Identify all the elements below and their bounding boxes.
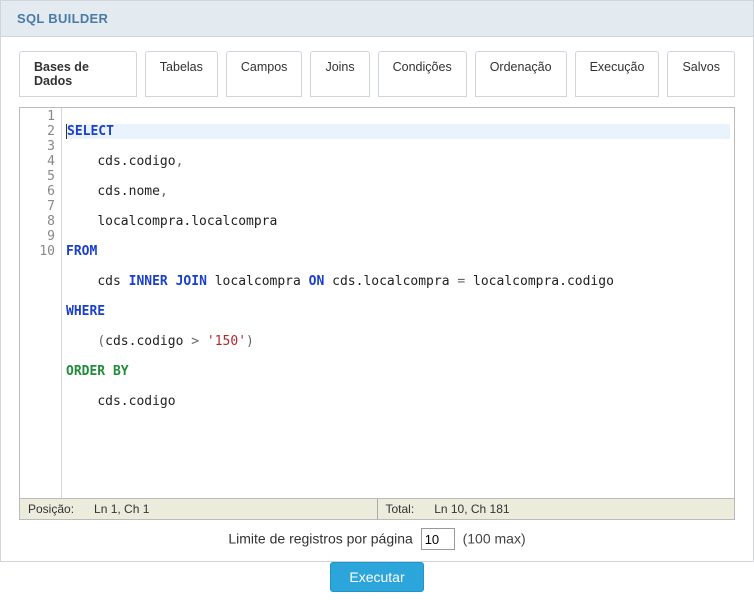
page-title: SQL BUILDER — [17, 11, 737, 26]
tab-label: Ordenação — [490, 60, 552, 74]
indent — [66, 394, 97, 409]
tab-ordenacao[interactable]: Ordenação — [475, 51, 567, 97]
sql-keyword: WHERE — [66, 304, 105, 319]
sql-punct: , — [160, 184, 168, 199]
tab-label: Condições — [393, 60, 452, 74]
tab-salvos[interactable]: Salvos — [667, 51, 735, 97]
sql-punct: > — [191, 334, 199, 349]
sql-keyword: ORDER — [66, 364, 105, 379]
code-line: cds.nome, — [66, 184, 730, 199]
sql-punct: , — [176, 154, 184, 169]
space — [199, 334, 207, 349]
sql-text: localcompra.codigo — [465, 274, 614, 289]
code-line: ORDER BY — [66, 364, 730, 379]
editor-status-bar: Posição: Ln 1, Ch 1 Total: Ln 10, Ch 181 — [20, 498, 734, 519]
indent — [66, 274, 97, 289]
sql-text: cds.localcompra — [324, 274, 457, 289]
code-line: cds.codigo — [66, 394, 730, 409]
status-label: Posição: — [28, 502, 74, 516]
execute-row: Executar — [19, 562, 735, 592]
line-number: 6 — [22, 184, 55, 199]
code-area[interactable]: SELECT cds.codigo, cds.nome, localcompra… — [62, 108, 734, 498]
tab-joins[interactable]: Joins — [310, 51, 369, 97]
line-gutter: 1 2 3 4 5 6 7 8 9 10 — [20, 108, 62, 498]
space — [168, 274, 176, 289]
sql-keyword: JOIN — [176, 274, 207, 289]
tab-bases-de-dados[interactable]: Bases de Dados — [19, 51, 137, 97]
sql-string: '150' — [207, 334, 246, 349]
tab-campos[interactable]: Campos — [226, 51, 303, 97]
sql-text: cds.codigo — [97, 154, 175, 169]
status-value: Ln 10, Ch 181 — [434, 502, 509, 516]
app-root: SQL BUILDER Bases de Dados Tabelas Campo… — [0, 0, 754, 562]
header: SQL BUILDER — [1, 1, 753, 37]
status-total: Total: Ln 10, Ch 181 — [378, 499, 735, 519]
sql-punct: ( — [97, 334, 105, 349]
records-limit-input[interactable] — [421, 528, 455, 550]
code-line: WHERE — [66, 304, 730, 319]
button-label: Executar — [349, 569, 404, 585]
content-area: Bases de Dados Tabelas Campos Joins Cond… — [1, 37, 753, 610]
execute-button[interactable]: Executar — [330, 562, 423, 592]
tab-label: Execução — [590, 60, 645, 74]
sql-editor[interactable]: 1 2 3 4 5 6 7 8 9 10 SELECT cds.codigo, … — [19, 107, 735, 520]
line-number: 4 — [22, 154, 55, 169]
line-number: 5 — [22, 169, 55, 184]
editor-body: 1 2 3 4 5 6 7 8 9 10 SELECT cds.codigo, … — [20, 108, 734, 498]
tab-label: Bases de Dados — [34, 60, 89, 88]
sql-text: localcompra.localcompra — [97, 214, 277, 229]
indent — [66, 214, 97, 229]
code-line: cds.codigo, — [66, 154, 730, 169]
tab-execucao[interactable]: Execução — [575, 51, 660, 97]
line-number: 2 — [22, 124, 55, 139]
code-line: (cds.codigo > '150') — [66, 334, 730, 349]
code-line: FROM — [66, 244, 730, 259]
tab-label: Joins — [325, 60, 354, 74]
sql-text: cds.codigo — [97, 394, 175, 409]
indent — [66, 154, 97, 169]
tab-label: Salvos — [682, 60, 720, 74]
line-number: 3 — [22, 139, 55, 154]
records-limit-row: Limite de registros por página (100 max) — [19, 528, 735, 550]
tab-label: Campos — [241, 60, 288, 74]
code-line: SELECT — [66, 124, 730, 139]
sql-keyword: ON — [309, 274, 325, 289]
line-number: 8 — [22, 214, 55, 229]
line-number: 7 — [22, 199, 55, 214]
sql-keyword: FROM — [66, 244, 97, 259]
tab-tabelas[interactable]: Tabelas — [145, 51, 218, 97]
tab-condicoes[interactable]: Condições — [378, 51, 467, 97]
sql-text: cds — [97, 274, 128, 289]
sql-punct: ) — [246, 334, 254, 349]
sql-text: cds.codigo — [105, 334, 191, 349]
tab-label: Tabelas — [160, 60, 203, 74]
indent — [66, 334, 97, 349]
sql-text: localcompra — [207, 274, 309, 289]
sql-keyword: BY — [113, 364, 129, 379]
line-number: 9 — [22, 229, 55, 244]
status-value: Ln 1, Ch 1 — [94, 502, 149, 516]
space — [105, 364, 113, 379]
code-line: localcompra.localcompra — [66, 214, 730, 229]
sql-keyword: SELECT — [67, 124, 114, 139]
limit-label: Limite de registros por página — [228, 531, 412, 547]
limit-hint: (100 max) — [463, 531, 526, 547]
status-position: Posição: Ln 1, Ch 1 — [20, 499, 378, 519]
indent — [66, 184, 97, 199]
line-number: 1 — [22, 109, 55, 124]
sql-text: cds.nome — [97, 184, 160, 199]
sql-keyword: INNER — [129, 274, 168, 289]
tab-bar: Bases de Dados Tabelas Campos Joins Cond… — [19, 51, 735, 97]
code-line: cds INNER JOIN localcompra ON cds.localc… — [66, 274, 730, 289]
status-label: Total: — [386, 502, 415, 516]
line-number: 10 — [22, 244, 55, 259]
